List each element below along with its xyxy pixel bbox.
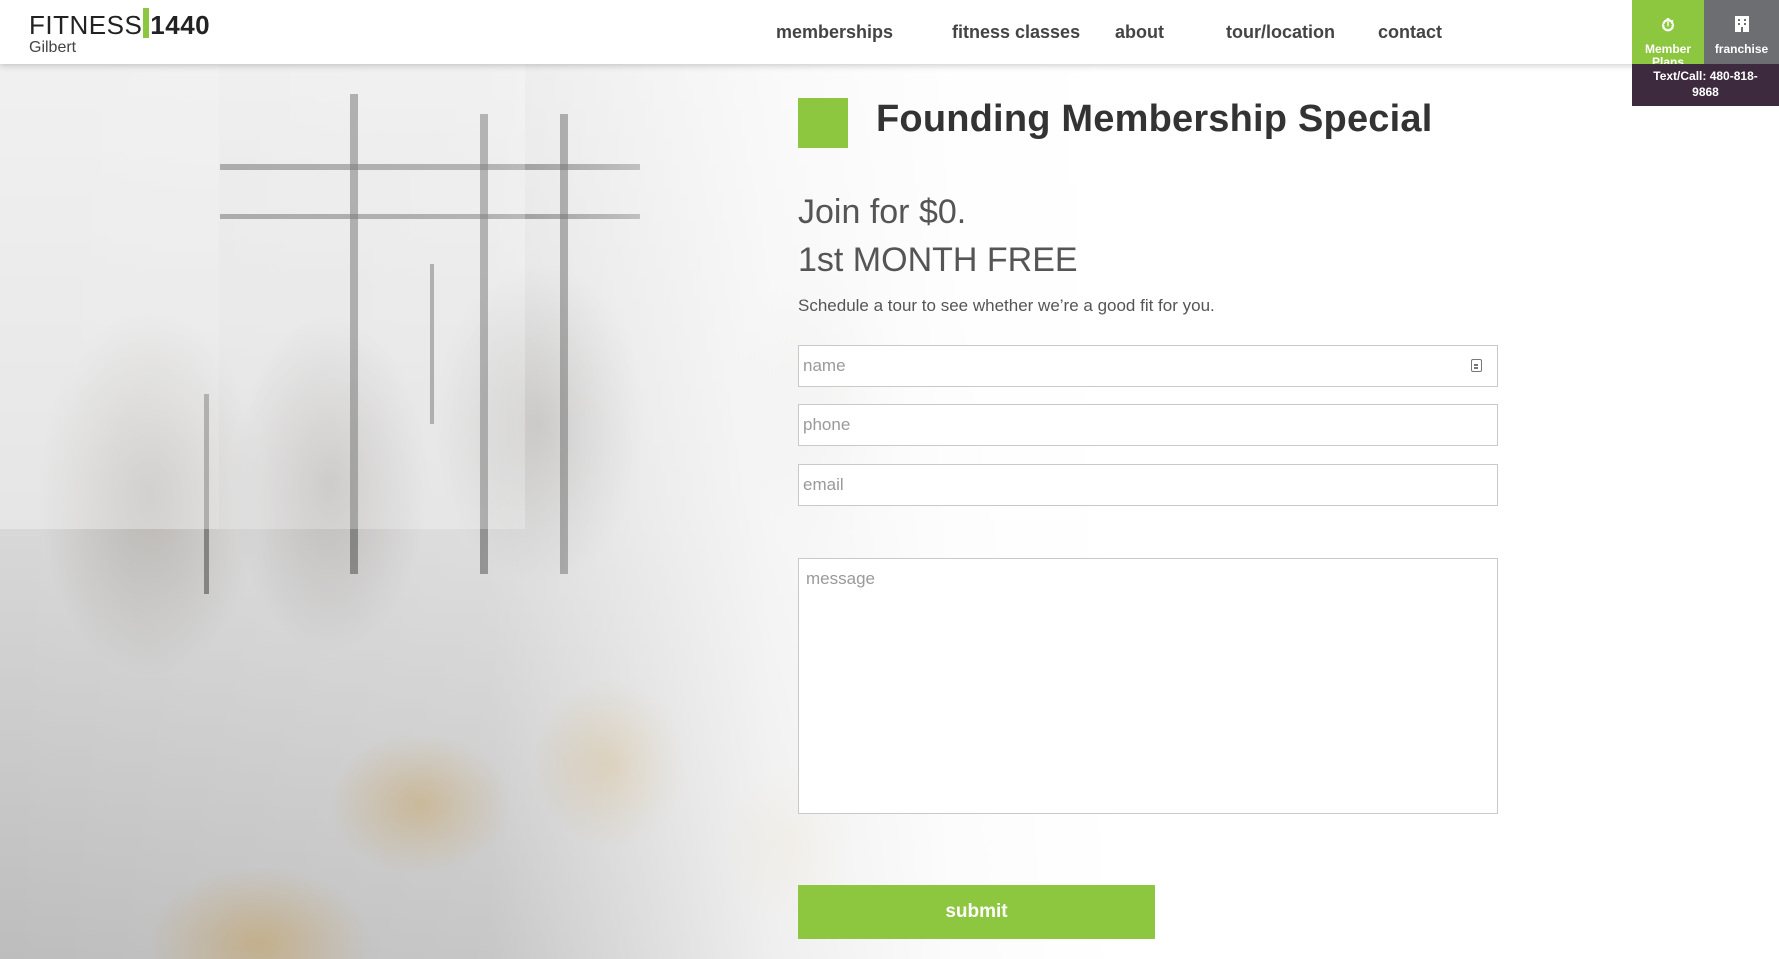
call-text-bar[interactable]: Text/Call: 480-818-9868 bbox=[1632, 64, 1779, 106]
nav-about[interactable]: about bbox=[1115, 22, 1164, 43]
site-header: FITNESS 1440 Gilbert memberships fitness … bbox=[0, 0, 1779, 64]
phone-input[interactable] bbox=[798, 404, 1498, 446]
offer-text: Join for $0. 1st MONTH FREE bbox=[798, 188, 1078, 284]
accent-square bbox=[798, 98, 848, 148]
name-input[interactable] bbox=[798, 345, 1498, 387]
member-plans-button[interactable]: ⏱ Member Plans bbox=[1632, 0, 1704, 69]
nav-fitness-classes[interactable]: fitness classes bbox=[952, 22, 1080, 43]
logo[interactable]: FITNESS 1440 Gilbert bbox=[29, 8, 210, 57]
nav-tour-location[interactable]: tour/location bbox=[1226, 22, 1335, 43]
page-title: Founding Membership Special bbox=[876, 98, 1433, 140]
building-icon bbox=[1704, 15, 1779, 37]
side-buttons: ⏱ Member Plans franchise Text/Call: 480-… bbox=[1632, 0, 1779, 106]
logo-brand-light: FITNESS bbox=[29, 10, 143, 40]
tagline: Schedule a tour to see whether we’re a g… bbox=[798, 296, 1215, 315]
nav-memberships[interactable]: memberships bbox=[776, 22, 893, 43]
logo-location: Gilbert bbox=[29, 39, 77, 56]
logo-mark bbox=[143, 8, 150, 38]
logo-brand-bold: 1440 bbox=[150, 10, 211, 40]
offer-line-2: 1st MONTH FREE bbox=[798, 241, 1078, 279]
offer-line-1: Join for $0. bbox=[798, 193, 967, 231]
message-textarea[interactable] bbox=[798, 558, 1498, 814]
stopwatch-icon: ⏱ bbox=[1661, 16, 1675, 35]
franchise-label: franchise bbox=[1714, 42, 1769, 56]
submit-button[interactable]: submit bbox=[798, 885, 1155, 939]
email-input[interactable] bbox=[798, 464, 1498, 506]
nav-contact[interactable]: contact bbox=[1378, 22, 1442, 43]
contact-card-icon[interactable] bbox=[1471, 359, 1482, 372]
photo-fade-overlay bbox=[0, 64, 1400, 959]
franchise-button[interactable]: franchise bbox=[1704, 0, 1779, 64]
